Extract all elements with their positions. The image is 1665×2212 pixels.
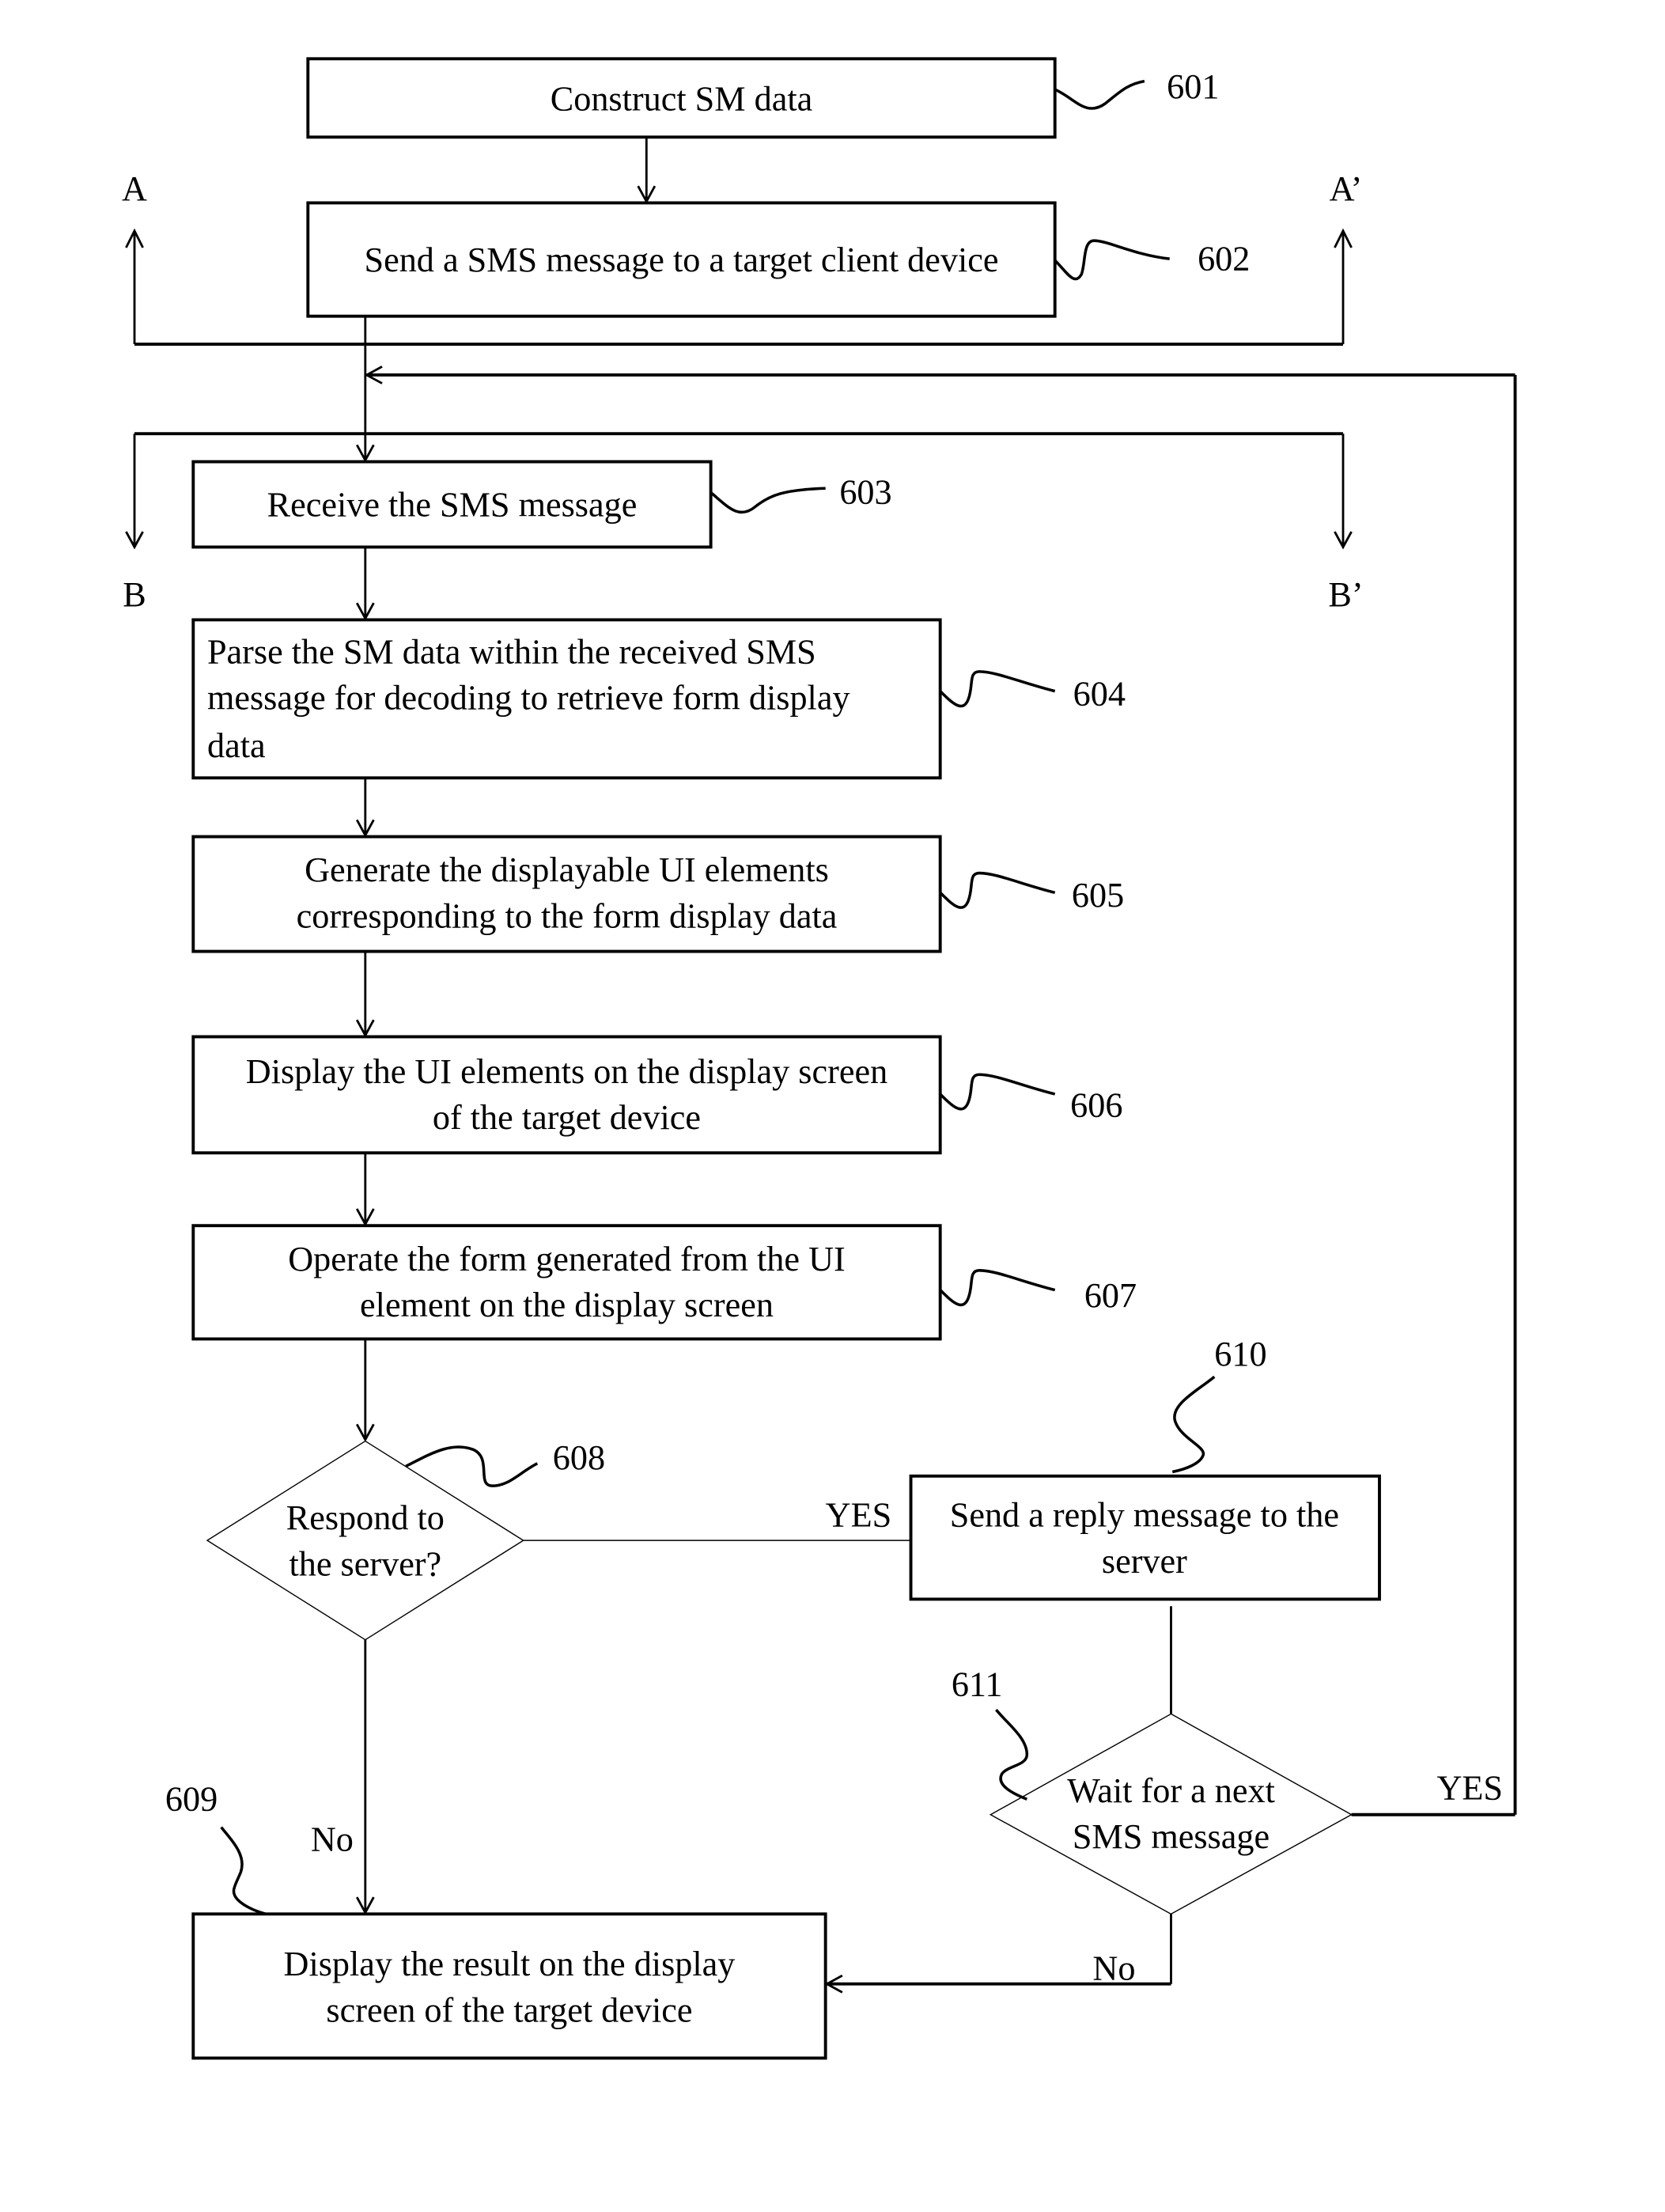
step-609-text-line-1: Display the result on the display: [284, 1945, 736, 1983]
decision-608-text-line-2: the server?: [289, 1544, 441, 1583]
step-609-box: [191, 1912, 827, 2060]
step-605-leader: [939, 871, 1056, 909]
step-606-ref: 606: [1070, 1085, 1122, 1124]
step-602-leader: [1054, 239, 1170, 281]
step-604-leader: [939, 670, 1056, 708]
step-606-leader: [939, 1073, 1056, 1111]
step-604-text-line-3: data: [207, 726, 266, 765]
decision-608-yes-label: YES: [826, 1495, 892, 1534]
connector-a-prime-label: A’: [1330, 169, 1363, 208]
step-609-leader: [220, 1826, 267, 1916]
decision-611-no-label: No: [1092, 1949, 1135, 1987]
decision-608-text-line-1: Respond to: [286, 1498, 445, 1537]
step-610-text-line-2: server: [1102, 1542, 1187, 1581]
decision-608-diamond: [206, 1440, 524, 1641]
connector-b-prime-label: B’: [1328, 575, 1363, 614]
step-607-ref: 607: [1084, 1276, 1137, 1315]
step-603-text: Receive the SMS message: [267, 486, 638, 525]
step-607-leader: [939, 1269, 1056, 1307]
step-610-box: [909, 1474, 1381, 1601]
step-602-ref: 602: [1198, 239, 1250, 278]
decision-608-no-label: No: [311, 1820, 354, 1859]
step-603-leader: [710, 487, 826, 514]
decision-611-ref: 611: [952, 1665, 1003, 1703]
step-602-text: Send a SMS message to a target client de…: [364, 241, 998, 279]
connector-a-label: A: [122, 169, 147, 208]
step-609-text-line-2: screen of the target device: [326, 1990, 692, 2029]
decision-611-text-line-2: SMS message: [1073, 1817, 1270, 1856]
step-604-text-line-1: Parse the SM data within the received SM…: [207, 632, 816, 671]
flowchart: Construct SM data 601 Send a SMS message…: [122, 57, 1517, 2060]
step-604-ref: 604: [1073, 674, 1126, 713]
connector-b-label: B: [123, 575, 146, 614]
decision-611-yes-label: YES: [1436, 1768, 1503, 1807]
step-606-text-line-2: of the target device: [433, 1098, 701, 1137]
step-610-leader: [1171, 1375, 1216, 1474]
step-601-ref: 601: [1167, 67, 1219, 106]
decision-611-text-line-1: Wait for a next: [1067, 1771, 1275, 1810]
step-601-leader: [1054, 79, 1145, 110]
decision-611-diamond: [989, 1713, 1353, 1915]
step-605-text-line-1: Generate the displayable UI elements: [305, 850, 829, 889]
decision-611-leader: [995, 1709, 1029, 1801]
step-601-text: Construct SM data: [551, 80, 813, 119]
step-609-ref: 609: [165, 1779, 218, 1818]
step-610-text-line-1: Send a reply message to the: [950, 1495, 1339, 1534]
step-605-ref: 605: [1072, 876, 1124, 915]
step-606-text-line-1: Display the UI elements on the display s…: [246, 1052, 887, 1091]
step-610-ref: 610: [1214, 1335, 1266, 1373]
step-605-text-line-2: corresponding to the form display data: [297, 897, 838, 936]
step-604-text-line-2: message for decoding to retrieve form di…: [207, 679, 850, 718]
step-607-text-line-2: element on the display screen: [360, 1286, 774, 1324]
decision-608-ref: 608: [553, 1438, 605, 1477]
step-603-ref: 603: [839, 473, 891, 512]
step-607-text-line-1: Operate the form generated from the UI: [288, 1240, 845, 1278]
